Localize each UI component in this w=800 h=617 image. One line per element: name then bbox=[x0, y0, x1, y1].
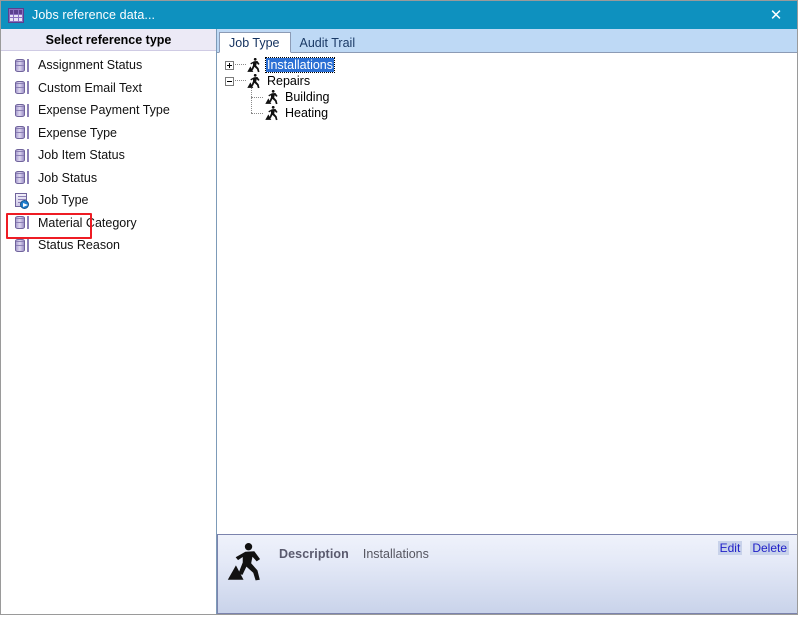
tree-node-label: Installations bbox=[266, 58, 334, 72]
collapse-minus-icon[interactable] bbox=[225, 77, 234, 86]
delete-link[interactable]: Delete bbox=[750, 541, 789, 555]
sidebar-item-status-reason[interactable]: Status Reason bbox=[1, 234, 216, 257]
sidebar-item-label: Assignment Status bbox=[38, 58, 142, 72]
sidebar-item-label: Custom Email Text bbox=[38, 81, 142, 95]
title-bar: Jobs reference data... ✕ bbox=[1, 1, 797, 29]
sidebar-item-job-item-status[interactable]: Job Item Status bbox=[1, 144, 216, 167]
description-actions: Edit Delete bbox=[718, 541, 789, 555]
sidebar-item-job-status[interactable]: Job Status bbox=[1, 167, 216, 190]
description-fields: Description Installations bbox=[279, 547, 429, 561]
sidebar-item-label: Job Item Status bbox=[38, 148, 125, 162]
tree-node-heating[interactable]: Heating bbox=[221, 105, 797, 121]
table-grid-icon bbox=[8, 8, 24, 23]
sidebar-item-expense-payment-type[interactable]: Expense Payment Type bbox=[1, 99, 216, 122]
worker-icon bbox=[265, 106, 281, 121]
sidebar-item-material-category[interactable]: Material Category bbox=[1, 212, 216, 235]
tree-node-label: Heating bbox=[284, 106, 329, 120]
page-refresh-icon bbox=[15, 193, 29, 208]
sidebar-item-label: Job Status bbox=[38, 171, 97, 185]
tab-strip: Job Type Audit Trail bbox=[217, 29, 797, 53]
sidebar-item-label: Job Type bbox=[38, 193, 89, 207]
tree-node-repairs[interactable]: Repairs bbox=[221, 73, 797, 89]
tree-node-building[interactable]: Building bbox=[221, 89, 797, 105]
reference-type-sidebar: Select reference type Assignment Status … bbox=[1, 29, 217, 614]
description-label: Description bbox=[279, 547, 349, 561]
database-icon bbox=[15, 58, 29, 73]
sidebar-item-label: Material Category bbox=[38, 216, 137, 230]
tab-label: Audit Trail bbox=[300, 36, 356, 50]
tab-audit-trail[interactable]: Audit Trail bbox=[291, 32, 366, 53]
jobs-reference-data-window: Jobs reference data... ✕ Select referenc… bbox=[0, 0, 798, 615]
worker-icon bbox=[265, 90, 281, 105]
worker-icon bbox=[247, 58, 263, 73]
sidebar-item-assignment-status[interactable]: Assignment Status bbox=[1, 54, 216, 77]
database-icon bbox=[15, 80, 29, 95]
tree-node-installations[interactable]: Installations bbox=[221, 57, 797, 73]
database-icon bbox=[15, 215, 29, 230]
tab-job-type[interactable]: Job Type bbox=[219, 32, 291, 53]
edit-link[interactable]: Edit bbox=[718, 541, 743, 555]
sidebar-item-label: Status Reason bbox=[38, 238, 120, 252]
worker-icon bbox=[247, 74, 263, 89]
sidebar-item-custom-email-text[interactable]: Custom Email Text bbox=[1, 77, 216, 100]
expand-plus-icon[interactable] bbox=[225, 61, 234, 70]
description-value: Installations bbox=[363, 547, 429, 561]
job-type-tree[interactable]: Installations Repairs bbox=[217, 53, 797, 534]
database-icon bbox=[15, 238, 29, 253]
database-icon bbox=[15, 125, 29, 140]
worker-icon bbox=[227, 542, 269, 584]
sidebar-item-job-type[interactable]: Job Type bbox=[1, 189, 216, 212]
tree-connector bbox=[251, 105, 264, 121]
tree-node-label: Repairs bbox=[266, 74, 311, 88]
sidebar-item-expense-type[interactable]: Expense Type bbox=[1, 122, 216, 145]
tab-label: Job Type bbox=[229, 36, 280, 50]
database-icon bbox=[15, 103, 29, 118]
sidebar-item-label: Expense Payment Type bbox=[38, 103, 170, 117]
tree-node-label: Building bbox=[284, 90, 330, 104]
sidebar-item-label: Expense Type bbox=[38, 126, 117, 140]
sidebar-list: Assignment Status Custom Email Text Expe… bbox=[1, 51, 216, 257]
description-panel: Description Installations Edit Delete bbox=[217, 534, 797, 614]
tree-connector bbox=[235, 80, 246, 82]
sidebar-filler bbox=[1, 257, 216, 615]
tree-connector bbox=[251, 89, 264, 105]
sidebar-header: Select reference type bbox=[1, 29, 216, 51]
database-icon bbox=[15, 170, 29, 185]
window-body: Select reference type Assignment Status … bbox=[1, 29, 797, 614]
tree-connector bbox=[235, 64, 246, 66]
close-icon[interactable]: ✕ bbox=[755, 1, 797, 29]
window-title: Jobs reference data... bbox=[32, 8, 155, 22]
database-icon bbox=[15, 148, 29, 163]
right-pane: Job Type Audit Trail bbox=[217, 29, 797, 614]
